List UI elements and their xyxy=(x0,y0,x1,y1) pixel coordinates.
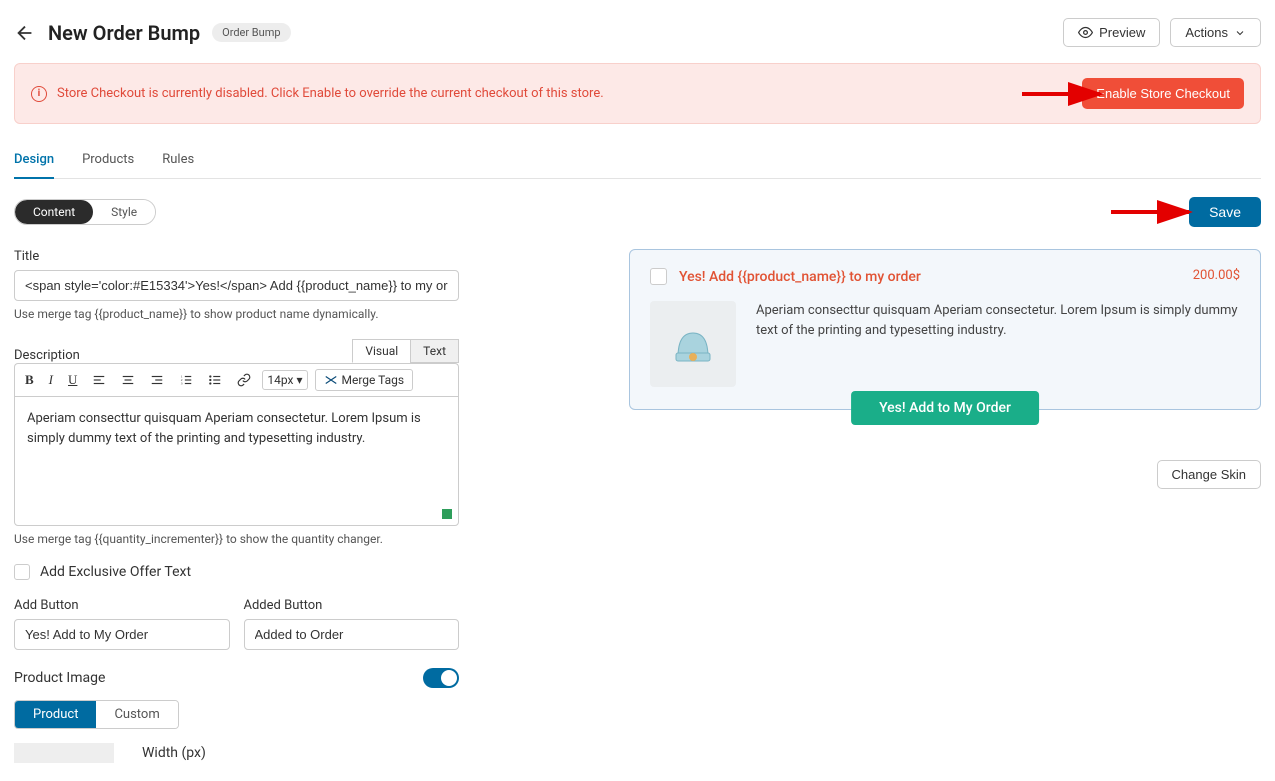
align-left-button[interactable] xyxy=(88,371,110,389)
exclusive-offer-label: Add Exclusive Offer Text xyxy=(40,564,191,580)
exclusive-offer-checkbox[interactable] xyxy=(14,564,30,580)
chevron-down-icon xyxy=(1234,27,1246,39)
resize-handle[interactable] xyxy=(442,509,452,519)
beanie-icon xyxy=(668,319,718,369)
pill-style[interactable]: Style xyxy=(93,200,155,224)
preview-cta-button[interactable]: Yes! Add to My Order xyxy=(851,391,1039,425)
added-button-input[interactable] xyxy=(244,619,460,650)
bold-button[interactable]: B xyxy=(21,370,38,390)
preview-button-label: Preview xyxy=(1099,25,1145,40)
page-title: New Order Bump xyxy=(48,21,200,45)
alert-banner: i Store Checkout is currently disabled. … xyxy=(14,63,1261,124)
enable-checkout-button[interactable]: Enable Store Checkout xyxy=(1082,78,1244,109)
actions-button[interactable]: Actions xyxy=(1170,18,1261,47)
align-center-button[interactable] xyxy=(117,371,139,389)
content-style-toggle: Content Style xyxy=(14,199,156,225)
change-skin-button[interactable]: Change Skin xyxy=(1157,460,1261,489)
width-label: Width (px) xyxy=(142,745,206,761)
preview-card: Yes! Add {{product_name}} to my order 20… xyxy=(629,249,1261,410)
pill-content[interactable]: Content xyxy=(15,200,93,224)
tab-rules[interactable]: Rules xyxy=(162,152,194,178)
title-label: Title xyxy=(14,249,459,264)
preview-checkbox[interactable] xyxy=(650,268,667,285)
product-image-label: Product Image xyxy=(14,670,105,686)
editor-toolbar: B I U 123 14px ▾ Merge Tags xyxy=(14,363,459,396)
merge-tags-button[interactable]: Merge Tags xyxy=(315,369,414,391)
back-arrow-icon[interactable] xyxy=(14,22,36,44)
unordered-list-button[interactable] xyxy=(204,371,226,389)
seg-custom[interactable]: Custom xyxy=(96,701,177,728)
add-button-label: Add Button xyxy=(14,598,230,613)
actions-button-label: Actions xyxy=(1185,25,1228,40)
tab-design[interactable]: Design xyxy=(14,152,54,179)
title-input[interactable] xyxy=(14,270,459,301)
save-button[interactable]: Save xyxy=(1189,197,1261,227)
added-button-label: Added Button xyxy=(244,598,460,613)
svg-text:3: 3 xyxy=(181,382,183,386)
alert-text: Store Checkout is currently disabled. Cl… xyxy=(57,86,604,101)
info-icon: i xyxy=(31,86,47,102)
editor-tab-text[interactable]: Text xyxy=(410,339,459,363)
description-label: Description xyxy=(14,348,80,363)
nav-tabs: Design Products Rules xyxy=(14,152,1261,179)
preview-title: Yes! Add {{product_name}} to my order xyxy=(679,269,921,285)
merge-icon xyxy=(324,373,338,387)
italic-button[interactable]: I xyxy=(45,370,57,390)
description-hint: Use merge tag {{quantity_incrementer}} t… xyxy=(14,532,459,546)
font-size-select[interactable]: 14px ▾ xyxy=(262,370,307,390)
title-hint: Use merge tag {{product_name}} to show p… xyxy=(14,307,459,321)
preview-price: 200.00$ xyxy=(1193,268,1240,283)
editor-tab-visual[interactable]: Visual xyxy=(352,339,410,363)
preview-product-image xyxy=(650,301,736,387)
image-source-segmented: Product Custom xyxy=(14,700,179,729)
add-button-input[interactable] xyxy=(14,619,230,650)
preview-description: Aperiam consecttur quisquam Aperiam cons… xyxy=(756,301,1240,387)
underline-button[interactable]: U xyxy=(64,370,81,390)
type-badge: Order Bump xyxy=(212,23,290,42)
ordered-list-button[interactable]: 123 xyxy=(175,371,197,389)
product-image-toggle[interactable] xyxy=(423,668,459,688)
eye-icon xyxy=(1078,25,1093,40)
width-input[interactable] xyxy=(14,743,114,763)
description-editor[interactable]: Aperiam consecttur quisquam Aperiam cons… xyxy=(14,396,459,526)
annotation-arrow-icon xyxy=(1109,198,1199,226)
align-right-button[interactable] xyxy=(146,371,168,389)
tab-products[interactable]: Products xyxy=(82,152,134,178)
link-button[interactable] xyxy=(233,371,255,389)
preview-button[interactable]: Preview xyxy=(1063,18,1160,47)
seg-product[interactable]: Product xyxy=(15,701,96,728)
